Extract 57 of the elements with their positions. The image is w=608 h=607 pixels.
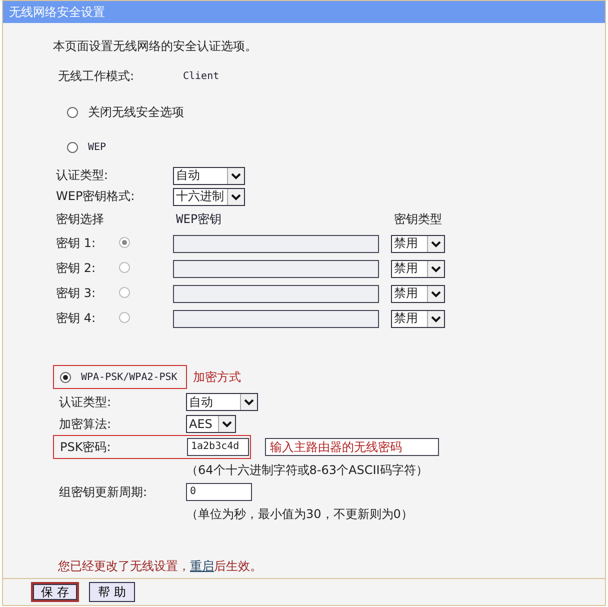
caret-icon <box>427 236 444 252</box>
field-label: 认证类型: <box>55 167 110 184</box>
dropdown[interactable]: AES <box>186 415 236 433</box>
field-label: 组密钥更新周期: <box>58 484 148 500</box>
dropdown[interactable]: 自动 <box>173 166 245 184</box>
column-header: 密钥选择 <box>55 210 105 228</box>
field-label: 加密算法: <box>58 416 112 432</box>
column-header: WEP密钥 <box>175 210 223 228</box>
radio-button[interactable] <box>119 262 130 272</box>
dropdown[interactable]: 禁用 <box>391 260 445 278</box>
dropdown[interactable]: 十六进制 <box>173 188 245 206</box>
hint-text: （64个十六进制字符或8-63个ASCII码字符） <box>186 462 428 478</box>
caret-icon <box>427 310 444 326</box>
key-label: 密钥 2: <box>55 260 96 277</box>
option-label: 关闭无线安全选项 <box>87 104 185 120</box>
dropdown[interactable]: 禁用 <box>391 310 445 328</box>
field-label: PSK密码: <box>59 438 112 456</box>
radio-button[interactable] <box>60 372 71 382</box>
restart-link[interactable]: 重启 <box>190 558 214 572</box>
radio-button[interactable] <box>119 312 130 322</box>
password-field[interactable]: 1a2b3c4d <box>187 438 249 456</box>
key-label: 密钥 4: <box>55 310 96 327</box>
annotation-text: 加密方式 <box>193 368 241 386</box>
dropdown[interactable]: 禁用 <box>391 234 445 252</box>
option-label: WEP <box>88 142 106 152</box>
radio-button[interactable] <box>119 236 130 248</box>
radio-button[interactable] <box>67 106 78 118</box>
field-label: 无线工作模式: <box>57 68 136 84</box>
notice-text: 您已经更改了无线设置，重启后生效。 <box>58 558 262 574</box>
caret-icon <box>218 416 235 432</box>
input-field[interactable] <box>173 260 379 278</box>
hint-text: （单位为秒，最小值为30，不更新则为0） <box>186 506 413 522</box>
input-field[interactable] <box>173 310 379 328</box>
window-title: 无线网络安全设置 <box>3 1 605 23</box>
action-button[interactable]: 保 存 <box>31 582 79 602</box>
key-label: 密钥 1: <box>55 235 96 252</box>
intro-text: 本页面设置无线网络的安全认证选项。 <box>53 38 257 54</box>
caret-icon <box>427 286 444 302</box>
input-field[interactable] <box>173 284 379 302</box>
mode-value: Client <box>183 70 220 82</box>
caret-icon <box>240 394 257 410</box>
caret-icon <box>227 168 244 184</box>
radio-button[interactable] <box>119 286 130 298</box>
annotation-text: 输入主路由器的无线密码 <box>265 438 439 456</box>
column-header: 密钥类型 <box>393 210 443 228</box>
dropdown[interactable]: 禁用 <box>391 284 445 302</box>
input-field[interactable] <box>173 234 379 252</box>
dropdown[interactable]: 自动 <box>186 393 258 411</box>
caret-icon <box>227 188 244 204</box>
radio-button[interactable] <box>67 142 78 152</box>
field-label: 认证类型: <box>58 394 112 410</box>
field-label: WEP密钥格式: <box>55 188 136 205</box>
option-label: WPA-PSK/WPA2-PSK <box>81 372 178 382</box>
input-field[interactable]: 0 <box>186 483 252 501</box>
key-label: 密钥 3: <box>55 285 96 302</box>
action-button[interactable]: 帮 助 <box>89 582 135 602</box>
caret-icon <box>427 260 444 276</box>
